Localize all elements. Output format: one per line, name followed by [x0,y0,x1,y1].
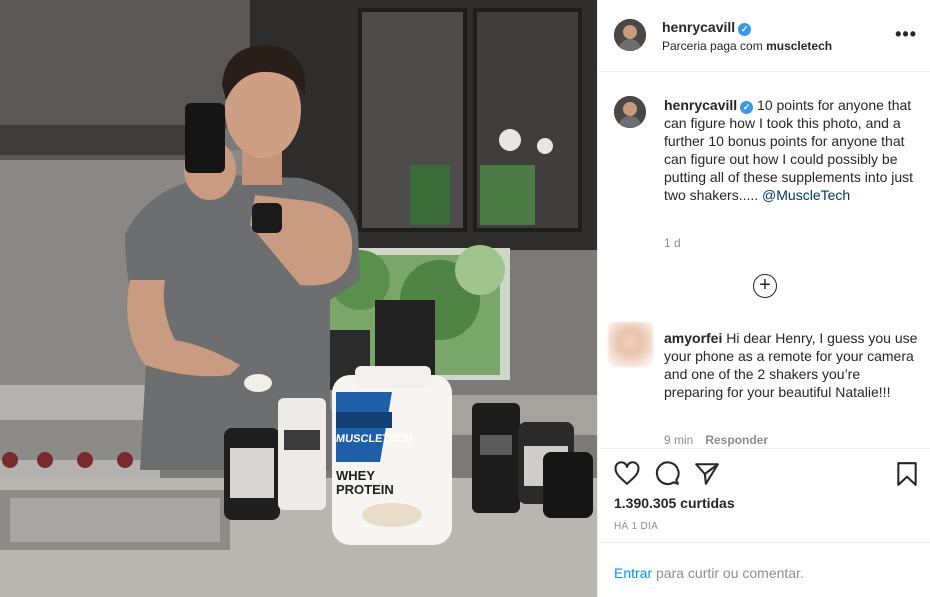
more-dots-icon[interactable]: ••• [895,24,917,45]
share-icon[interactable] [694,461,720,487]
heart-icon[interactable] [614,461,640,487]
tub-brand-text: MUSCLETECH [335,433,414,445]
post-header: henrycavill ✓ Parceria paga com muscletec… [598,0,930,72]
caption-username[interactable]: henrycavill [664,97,737,113]
avatar[interactable] [614,19,646,51]
comment-username[interactable]: amyorfei [664,330,722,346]
plus-circle-icon[interactable]: + [753,274,777,298]
action-bar: 1.390.305 curtidas HÁ 1 DIA [598,448,930,542]
tub-product-line2: PROTEIN [336,482,394,497]
reply-button[interactable]: Responder [705,433,768,447]
comments-section: henrycavill ✓ 10 points for anyone that c… [598,72,930,448]
likes-count[interactable]: 1.390.305 curtidas [614,495,735,511]
comment-icon[interactable] [654,461,680,487]
partnership-prefix: Parceria paga com [662,39,763,53]
login-link[interactable]: Entrar [614,565,652,581]
caption-text: henrycavill ✓ 10 points for anyone that c… [664,96,920,204]
mention-link[interactable]: @MuscleTech [762,187,850,203]
comment-meta: 9 min Responder [664,433,768,447]
bookmark-icon[interactable] [894,461,920,487]
post-side-panel: henrycavill ✓ Parceria paga com muscletec… [597,0,930,597]
tub-product-line1: WHEY [336,468,375,483]
caption-age: 1 d [664,236,681,250]
comment-time: 9 min [664,433,694,447]
partner-link[interactable]: muscletech [766,39,832,53]
login-prompt: Entrar para curtir ou comentar. [598,542,930,597]
verified-badge-icon: ✓ [738,23,752,36]
paid-partnership-label: Parceria paga com muscletech [662,39,832,53]
comment-text: amyorfei Hi dear Henry, I guess you use … [664,329,920,401]
tub-product-text: WHEY PROTEIN [336,469,396,497]
post-photo: MUSCLETECH WHEY PROTEIN [0,0,597,597]
avatar[interactable] [614,96,646,128]
post-author-username[interactable]: henrycavill [662,19,735,35]
login-prompt-text: para curtir ou comentar. [656,565,804,581]
avatar[interactable] [608,322,653,367]
verified-badge-icon: ✓ [740,101,754,114]
post-date: HÁ 1 DIA [614,521,659,532]
